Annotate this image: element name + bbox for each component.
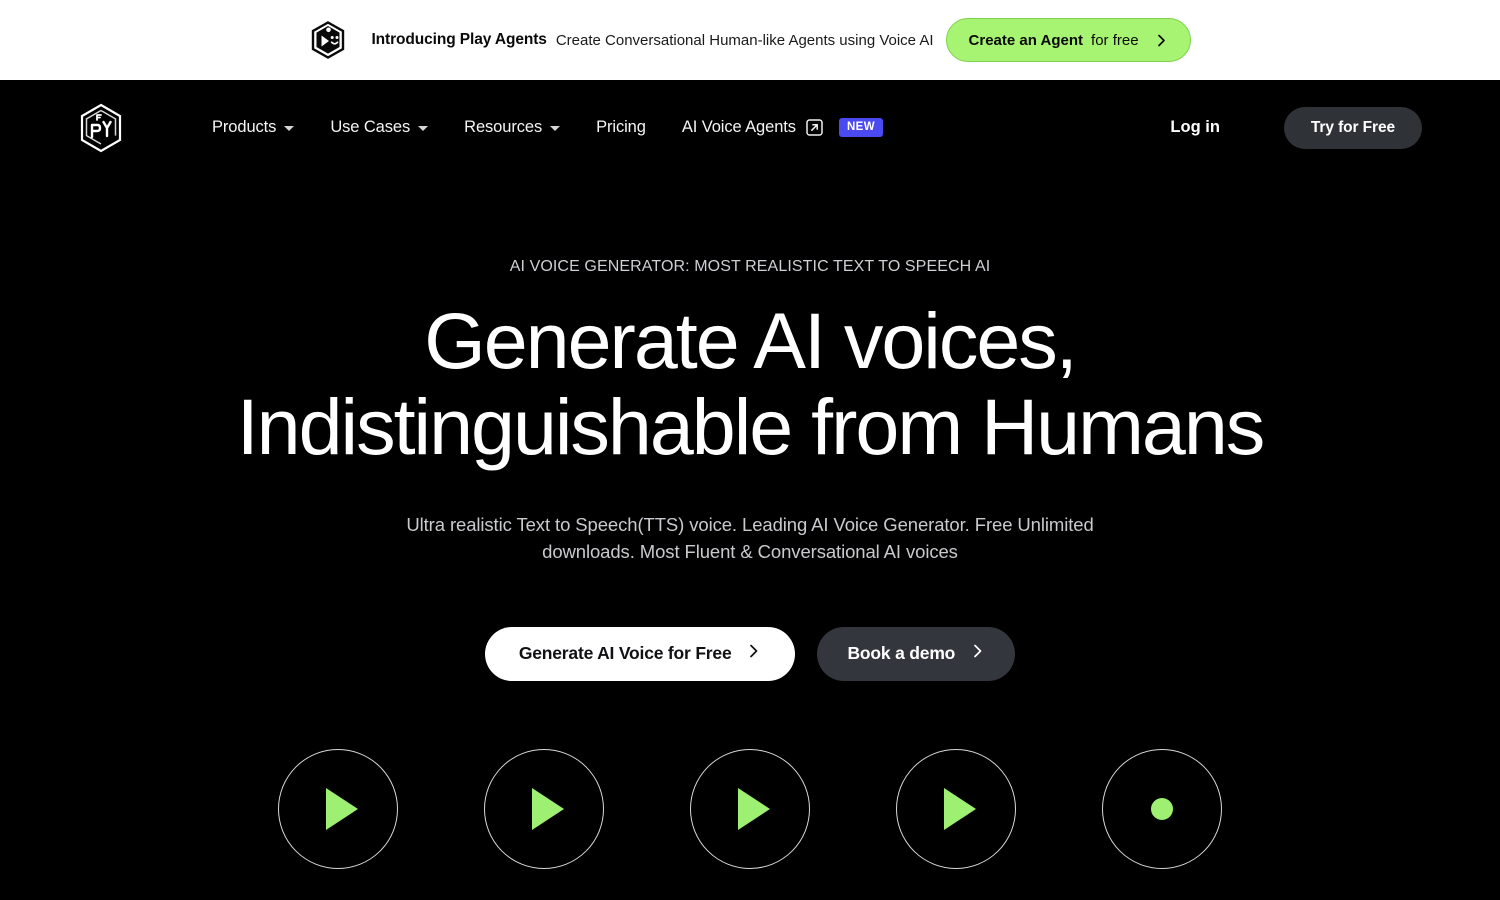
nav-item-pricing[interactable]: Pricing <box>596 112 646 143</box>
nav-label-resources: Resources <box>464 118 543 136</box>
chevron-right-icon <box>971 643 985 664</box>
voice-sample-play-2[interactable] <box>484 748 604 869</box>
record-dot-icon <box>1151 797 1173 820</box>
voice-sample-record-5[interactable] <box>1102 748 1222 869</box>
nav-item-products[interactable]: Products <box>212 112 295 143</box>
create-an-agent-button[interactable]: Create an Agent for free <box>945 18 1191 62</box>
new-badge: NEW <box>838 118 883 137</box>
login-link[interactable]: Log in <box>1170 118 1219 137</box>
main-nav: Products Use Cases Resources Pricing AI … <box>212 112 883 143</box>
generate-ai-voice-button[interactable]: Generate AI Voice for Free <box>484 626 796 681</box>
nav-label-ai-voice-agents: AI Voice Agents <box>681 118 796 136</box>
header-actions: Log in Try for Free <box>1170 106 1422 149</box>
try-for-free-button[interactable]: Try for Free <box>1283 106 1422 149</box>
play-icon <box>532 787 564 830</box>
playht-logo-icon[interactable] <box>78 103 124 153</box>
chevron-right-icon <box>747 643 761 664</box>
promo-banner: Introducing Play Agents Create Conversat… <box>0 0 1500 80</box>
hero-section: AI VOICE GENERATOR: MOST REALISTIC TEXT … <box>0 175 1500 869</box>
book-a-demo-label: Book a demo <box>847 643 956 664</box>
promo-subtitle: Create Conversational Human-like Agents … <box>555 31 934 49</box>
voice-sample-play-4[interactable] <box>896 748 1016 869</box>
chevron-down-icon <box>418 126 429 131</box>
hero-headline: Generate AI voices, Indistinguishable fr… <box>236 296 1266 472</box>
nav-item-resources[interactable]: Resources <box>464 112 561 143</box>
chevron-down-icon <box>550 126 561 131</box>
create-an-agent-sublabel: for free <box>1091 31 1139 49</box>
promo-banner-content: Introducing Play Agents Create Conversat… <box>309 18 1191 62</box>
site-header: Products Use Cases Resources Pricing AI … <box>0 80 1500 175</box>
voice-sample-play-1[interactable] <box>278 748 398 869</box>
playht-cube-icon <box>312 21 345 59</box>
create-an-agent-label: Create an Agent <box>968 31 1084 49</box>
play-icon <box>738 787 770 830</box>
nav-item-ai-voice-agents[interactable]: AI Voice Agents NEW <box>682 112 883 143</box>
nav-item-use-cases[interactable]: Use Cases <box>330 112 429 143</box>
hero-cta-row: Generate AI Voice for Free Book a demo <box>0 626 1500 681</box>
nav-label-products: Products <box>212 118 277 136</box>
nav-label-use-cases: Use Cases <box>330 118 411 136</box>
hero-eyebrow: AI VOICE GENERATOR: MOST REALISTIC TEXT … <box>509 258 991 275</box>
voice-sample-play-3[interactable] <box>690 748 810 869</box>
book-a-demo-button[interactable]: Book a demo <box>817 626 1016 681</box>
hero-subheading: Ultra realistic Text to Speech(TTS) voic… <box>406 514 1094 562</box>
chevron-down-icon <box>284 126 295 131</box>
play-icon <box>944 787 976 830</box>
voice-sample-row <box>0 748 1500 869</box>
play-icon <box>326 787 358 830</box>
generate-ai-voice-label: Generate AI Voice for Free <box>518 643 732 664</box>
promo-title: Introducing Play Agents <box>371 31 547 48</box>
chevron-right-icon <box>1155 34 1168 47</box>
external-link-icon <box>806 119 823 136</box>
nav-label-pricing: Pricing <box>596 118 646 136</box>
